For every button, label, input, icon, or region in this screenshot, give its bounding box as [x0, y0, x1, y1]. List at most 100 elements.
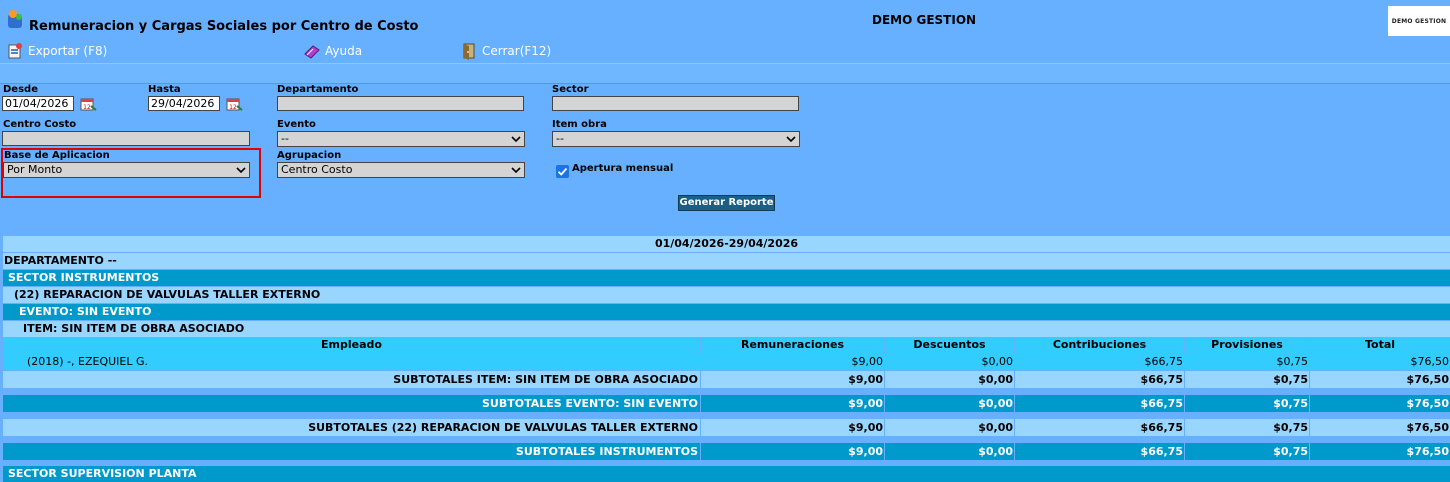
subtotal-item-total: $76,50	[1309, 371, 1450, 388]
evento-select[interactable]: --	[277, 131, 525, 147]
divider-bar	[0, 63, 1450, 84]
company-name: DEMO GESTION	[872, 13, 977, 27]
employee-provisiones: $0,75	[1276, 355, 1309, 368]
subtotal-centro-descuentos: $0,00	[884, 419, 1014, 436]
agrupacion-select-value: Centro Costo	[281, 163, 353, 176]
item-row: ITEM: SIN ITEM DE OBRA ASOCIADO	[3, 321, 1450, 337]
subtotal-evento-label: SUBTOTALES EVENTO: SIN EVENTO	[481, 397, 698, 410]
column-header-descuentos: Descuentos	[884, 337, 1014, 353]
help-label: Ayuda	[325, 44, 363, 58]
subtotal-item-row: SUBTOTALES ITEM: SIN ITEM DE OBRA ASOCIA…	[3, 371, 1450, 388]
report-period: 01/04/2026-29/04/2026	[3, 236, 1450, 252]
chevron-down-icon	[786, 136, 796, 143]
subtotal-centro-contribuciones: $66,75	[1014, 419, 1184, 436]
subtotal-item-provisiones: $0,75	[1184, 371, 1309, 388]
app-logo-icon	[8, 10, 22, 28]
subtotal-centro-provisiones: $0,75	[1184, 419, 1309, 436]
subtotal-item-descuentos: $0,00	[884, 371, 1014, 388]
toolbar: Exportar (F8) Ayuda Cerrar(F12)	[0, 40, 1450, 62]
item-obra-select[interactable]: --	[552, 131, 800, 147]
subtotal-evento-remuneraciones: $9,00	[700, 395, 884, 412]
centro-costo-row-text: (22) REPARACION DE VALVULAS TALLER EXTER…	[14, 288, 321, 301]
generate-report-button[interactable]: Generar Reporte	[678, 195, 775, 211]
highlight-box	[1, 148, 261, 198]
apertura-mensual-checkbox[interactable]	[556, 165, 569, 178]
subtotal-sector-row: SUBTOTALES INSTRUMENTOS $9,00 $0,00 $66,…	[3, 443, 1450, 460]
subtotal-sector-provisiones: $0,75	[1184, 443, 1309, 460]
next-sector-text: SECTOR SUPERVISION PLANTA	[8, 467, 197, 480]
subtotal-centro-total: $76,50	[1309, 419, 1450, 436]
desde-label: Desde	[3, 84, 38, 95]
employee-descuentos: $0,00	[981, 355, 1014, 368]
desde-input[interactable]: 01/04/2026	[2, 96, 74, 111]
evento-row: EVENTO: SIN EVENTO	[3, 304, 1450, 320]
centro-costo-input[interactable]	[2, 131, 250, 146]
departamento-row-text: DEPARTAMENTO --	[4, 254, 117, 267]
agrupacion-select[interactable]: Centro Costo	[277, 162, 525, 178]
departamento-input[interactable]	[277, 96, 524, 111]
subtotal-item-label: SUBTOTALES ITEM: SIN ITEM DE OBRA ASOCIA…	[393, 373, 698, 386]
centro-costo-row: (22) REPARACION DE VALVULAS TALLER EXTER…	[3, 287, 1450, 303]
table-header: Empleado Remuneraciones Descuentos Contr…	[3, 337, 1450, 353]
column-header-contribuciones: Contribuciones	[1014, 337, 1184, 353]
company-logo: DEMO GESTION	[1388, 6, 1450, 36]
title-bar: Remuneracion y Cargas Sociales por Centr…	[0, 0, 1450, 40]
column-header-remuneraciones: Remuneraciones	[700, 337, 884, 353]
subtotal-evento-provisiones: $0,75	[1184, 395, 1309, 412]
help-button[interactable]: Ayuda	[303, 42, 362, 60]
table-row: (2018) -, EZEQUIEL G. $9,00 $0,00 $66,75…	[3, 354, 1450, 370]
report-period-text: 01/04/2026-29/04/2026	[654, 237, 799, 250]
employee-name: (2018) -, EZEQUIEL G.	[27, 355, 149, 368]
subtotal-evento-contribuciones: $66,75	[1014, 395, 1184, 412]
sector-input[interactable]	[552, 96, 799, 111]
evento-select-value: --	[281, 132, 289, 145]
departamento-row: DEPARTAMENTO --	[3, 253, 1450, 269]
chevron-down-icon	[511, 167, 521, 174]
checkmark-icon	[557, 167, 568, 176]
close-button[interactable]: Cerrar(F12)	[460, 42, 551, 60]
close-label: Cerrar(F12)	[482, 44, 552, 58]
subtotal-item-remuneraciones: $9,00	[700, 371, 884, 388]
hasta-label: Hasta	[148, 84, 181, 95]
subtotal-centro-label: SUBTOTALES (22) REPARACION DE VALVULAS T…	[308, 421, 698, 434]
desde-calendar-icon[interactable]: 12	[79, 96, 97, 112]
evento-row-text: EVENTO: SIN EVENTO	[19, 305, 152, 318]
export-icon	[8, 43, 22, 59]
departamento-label: Departamento	[277, 84, 359, 95]
exit-door-icon	[463, 43, 475, 60]
subtotal-sector-contribuciones: $66,75	[1014, 443, 1184, 460]
sector-label: Sector	[552, 84, 589, 95]
item-row-text: ITEM: SIN ITEM DE OBRA ASOCIADO	[23, 322, 245, 335]
column-header-empleado: Empleado	[321, 338, 382, 351]
hasta-calendar-icon[interactable]: 12	[225, 96, 243, 112]
help-book-icon	[304, 45, 320, 59]
subtotal-sector-descuentos: $0,00	[884, 443, 1014, 460]
item-obra-label: Item obra	[552, 119, 607, 130]
chevron-down-icon	[511, 136, 521, 143]
item-obra-select-value: --	[556, 132, 564, 145]
subtotal-sector-total: $76,50	[1309, 443, 1450, 460]
sector-row-text: SECTOR INSTRUMENTOS	[8, 271, 160, 284]
centro-costo-label: Centro Costo	[3, 119, 77, 130]
sector-row: SECTOR INSTRUMENTOS	[3, 270, 1450, 286]
window-title: Remuneracion y Cargas Sociales por Centr…	[29, 19, 419, 34]
subtotal-evento-row: SUBTOTALES EVENTO: SIN EVENTO $9,00 $0,0…	[3, 395, 1450, 412]
subtotal-item-contribuciones: $66,75	[1014, 371, 1184, 388]
employee-total: $76,50	[1410, 355, 1450, 368]
employee-remuneraciones: $9,00	[851, 355, 884, 368]
export-label: Exportar (F8)	[28, 44, 108, 58]
hasta-input[interactable]: 29/04/2026	[148, 96, 220, 111]
subtotal-sector-label: SUBTOTALES INSTRUMENTOS	[515, 445, 698, 458]
svg-text:12: 12	[83, 104, 91, 111]
subtotal-evento-total: $76,50	[1309, 395, 1450, 412]
svg-text:12: 12	[229, 104, 237, 111]
apertura-mensual-label: Apertura mensual	[572, 163, 674, 174]
next-sector-row: SECTOR SUPERVISION PLANTA	[3, 466, 1450, 482]
evento-label: Evento	[277, 119, 316, 130]
subtotal-centro-row: SUBTOTALES (22) REPARACION DE VALVULAS T…	[3, 419, 1450, 436]
column-header-provisiones: Provisiones	[1184, 337, 1309, 353]
subtotal-centro-remuneraciones: $9,00	[700, 419, 884, 436]
subtotal-sector-remuneraciones: $9,00	[700, 443, 884, 460]
export-button[interactable]: Exportar (F8)	[6, 42, 107, 60]
column-header-total: Total	[1309, 337, 1450, 353]
